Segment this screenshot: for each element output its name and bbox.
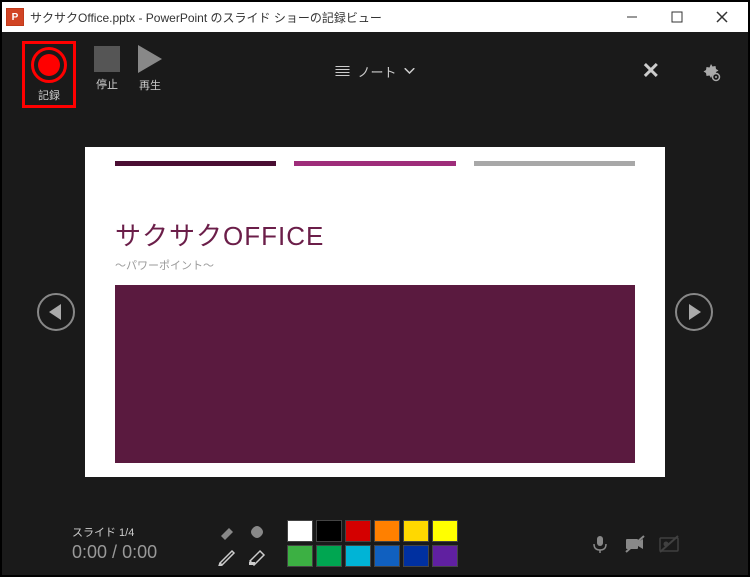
stop-icon xyxy=(94,46,120,72)
slide-subtitle: ～パワーポイント～ xyxy=(115,257,635,273)
notes-button[interactable]: ノート xyxy=(335,62,414,81)
camera-preview-toggle[interactable] xyxy=(658,534,678,554)
chevron-down-icon xyxy=(405,68,415,74)
color-swatch[interactable] xyxy=(316,520,342,542)
powerpoint-app-icon: P xyxy=(6,8,24,26)
status-row: スライド 1/4 0:00 / 0:00 xyxy=(72,520,678,567)
tool-column xyxy=(217,522,267,566)
color-swatch[interactable] xyxy=(374,545,400,567)
bottom-bar: スライド 1/4 0:00 / 0:00 xyxy=(2,514,748,575)
window-controls xyxy=(609,3,744,31)
color-swatch[interactable] xyxy=(345,520,371,542)
record-label: 記録 xyxy=(38,87,60,103)
slide-preview: サクサクOFFICE ～パワーポイント～ xyxy=(85,147,665,477)
chevron-left-icon xyxy=(49,304,61,320)
chevron-right-icon xyxy=(689,304,701,320)
drawing-tools xyxy=(217,520,458,567)
next-slide-button[interactable] xyxy=(675,293,713,331)
toolbar-right-group: ✕ xyxy=(642,58,718,84)
color-swatch[interactable] xyxy=(403,545,429,567)
app-window: P サクサクOffice.pptx - PowerPoint のスライド ショー… xyxy=(0,0,750,577)
titlebar: P サクサクOffice.pptx - PowerPoint のスライド ショー… xyxy=(2,2,748,32)
record-button-highlight: 記録 xyxy=(22,41,76,108)
play-icon xyxy=(138,45,162,73)
color-swatches xyxy=(287,520,458,567)
slide-indicator: スライド 1/4 xyxy=(72,524,157,540)
settings-button[interactable] xyxy=(700,62,718,80)
content-area: 記録 停止 再生 ノート ✕ xyxy=(2,32,748,575)
stop-label: 停止 xyxy=(96,76,118,92)
play-button[interactable]: 再生 xyxy=(138,41,162,93)
color-swatch[interactable] xyxy=(432,520,458,542)
bar-1 xyxy=(115,161,276,166)
maximize-button[interactable] xyxy=(654,3,699,31)
record-icon xyxy=(31,47,67,83)
status-left: スライド 1/4 0:00 / 0:00 xyxy=(72,524,157,563)
toolbar: 記録 停止 再生 ノート ✕ xyxy=(2,32,748,110)
decorative-bars xyxy=(115,161,635,166)
color-swatch[interactable] xyxy=(374,520,400,542)
color-swatch[interactable] xyxy=(287,545,313,567)
slide-area: サクサクOFFICE ～パワーポイント～ xyxy=(2,110,748,514)
ink-eraser-tool[interactable] xyxy=(247,522,267,542)
prev-slide-button[interactable] xyxy=(37,293,75,331)
camera-toggle[interactable] xyxy=(624,534,644,554)
color-swatch[interactable] xyxy=(345,545,371,567)
stop-button[interactable]: 停止 xyxy=(94,41,120,92)
color-swatch[interactable] xyxy=(432,545,458,567)
color-swatch[interactable] xyxy=(403,520,429,542)
notes-icon xyxy=(335,66,349,76)
slide-title: サクサクOFFICE xyxy=(115,216,635,253)
timer: 0:00 / 0:00 xyxy=(72,542,157,563)
notes-label: ノート xyxy=(357,62,396,81)
clear-button[interactable]: ✕ xyxy=(642,58,660,84)
bar-3 xyxy=(474,161,635,166)
color-swatch[interactable] xyxy=(316,545,342,567)
close-button[interactable] xyxy=(699,3,744,31)
toolbar-playback-group: 記録 停止 再生 xyxy=(22,35,162,108)
slide-content-block xyxy=(115,285,635,463)
pen-tool[interactable] xyxy=(217,546,237,566)
color-swatch[interactable] xyxy=(287,520,313,542)
eraser-tool[interactable] xyxy=(217,522,237,542)
mic-toggle[interactable] xyxy=(590,534,610,554)
highlighter-tool[interactable] xyxy=(247,546,267,566)
bar-2 xyxy=(294,161,455,166)
media-toggles xyxy=(590,534,678,554)
minimize-button[interactable] xyxy=(609,3,654,31)
window-title: サクサクOffice.pptx - PowerPoint のスライド ショーの記… xyxy=(30,9,603,26)
play-label: 再生 xyxy=(139,77,161,93)
record-button[interactable]: 記録 xyxy=(31,47,67,103)
